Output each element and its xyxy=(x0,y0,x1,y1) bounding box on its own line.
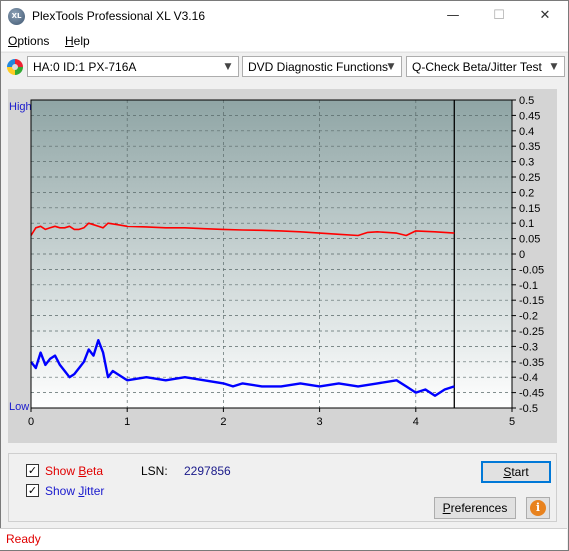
y-tick-label: -0.3 xyxy=(519,341,538,353)
minimize-icon: — xyxy=(446,8,460,23)
y-tick-label: 0.1 xyxy=(519,218,534,230)
drive-select-value: HA:0 ID:1 PX-716A xyxy=(33,60,137,74)
function-select[interactable]: DVD Diagnostic Functions ▼ xyxy=(242,56,402,77)
control-panel: ✓ Show Beta ✓ Show Jitter LSN: 2297856 S… xyxy=(8,453,557,522)
y-tick-label: 0 xyxy=(519,249,525,261)
drive-disc-icon xyxy=(7,59,23,75)
x-tick-label: 2 xyxy=(220,416,226,428)
y-tick-label: 0.05 xyxy=(519,234,540,246)
beta-jitter-chart: High Low 0.50.450.40.350.30.250.20.150.1… xyxy=(9,95,544,428)
menu-bar: Options Help xyxy=(1,31,568,51)
y-tick-label: -0.15 xyxy=(519,295,544,307)
y-tick-label: 0.35 xyxy=(519,141,540,153)
x-tick-label: 4 xyxy=(413,416,419,428)
y-tick-label: -0.2 xyxy=(519,311,538,323)
chevron-down-icon: ▼ xyxy=(387,62,395,72)
check-icon: ✓ xyxy=(27,484,38,497)
menu-options[interactable]: Options xyxy=(8,34,49,48)
x-tick-label: 1 xyxy=(124,416,130,428)
start-button[interactable]: Start xyxy=(481,461,551,483)
show-jitter-label[interactable]: Show Jitter xyxy=(45,484,104,498)
y-high-label: High xyxy=(9,101,32,113)
test-select-value: Q-Check Beta/Jitter Test xyxy=(412,60,542,74)
window-title: PlexTools Professional XL V3.16 xyxy=(32,9,205,23)
y-tick-label: -0.25 xyxy=(519,326,544,338)
info-icon: i xyxy=(530,500,546,516)
menu-help[interactable]: Help xyxy=(65,34,90,48)
y-tick-label: 0.5 xyxy=(519,95,534,107)
y-tick-label: 0.25 xyxy=(519,172,540,184)
y-tick-label: -0.4 xyxy=(519,372,538,384)
y-tick-label: 0.3 xyxy=(519,157,534,169)
maximize-icon: ☐ xyxy=(493,8,505,23)
show-beta-checkbox[interactable]: ✓ xyxy=(26,464,39,477)
x-tick-label: 5 xyxy=(509,416,515,428)
check-icon: ✓ xyxy=(27,464,38,477)
y-tick-label: 0.2 xyxy=(519,187,534,199)
show-beta-label[interactable]: Show Beta xyxy=(45,464,103,478)
close-button[interactable]: ✕ xyxy=(522,1,568,31)
function-select-value: DVD Diagnostic Functions xyxy=(248,60,389,74)
chevron-down-icon: ▼ xyxy=(224,62,232,72)
show-jitter-checkbox[interactable]: ✓ xyxy=(26,484,39,497)
y-tick-label: -0.5 xyxy=(519,403,538,415)
y-tick-label: -0.1 xyxy=(519,280,538,292)
info-button[interactable]: i xyxy=(526,497,550,519)
close-icon: ✕ xyxy=(539,8,551,23)
toolbar: HA:0 ID:1 PX-716A ▼ DVD Diagnostic Funct… xyxy=(1,52,568,81)
preferences-button[interactable]: Preferences xyxy=(434,497,516,519)
minimize-button[interactable]: — xyxy=(430,1,476,31)
plextools-logo-icon: XL xyxy=(8,8,25,25)
lsn-label: LSN: xyxy=(141,464,168,478)
chevron-down-icon: ▼ xyxy=(550,62,558,72)
status-text: Ready xyxy=(6,532,41,546)
lsn-value: 2297856 xyxy=(184,464,231,478)
x-tick-label: 3 xyxy=(317,416,323,428)
y-tick-label: -0.35 xyxy=(519,357,544,369)
y-tick-label: -0.05 xyxy=(519,264,544,276)
x-tick-label: 0 xyxy=(28,416,34,428)
chart-panel: High Low 0.5 0.45 0.4 0.35 0.3 0.25 0.2 0.15 0.1… xyxy=(8,89,557,443)
y-tick-label: 0.4 xyxy=(519,126,534,138)
status-bar: Ready xyxy=(0,528,567,550)
y-tick-label: 0.15 xyxy=(519,203,540,215)
title-bar[interactable]: XL PlexTools Professional XL V3.16 — ☐ ✕ xyxy=(1,1,568,31)
y-tick-label: 0.45 xyxy=(519,110,540,122)
y-low-label: Low xyxy=(9,401,29,413)
drive-select[interactable]: HA:0 ID:1 PX-716A ▼ xyxy=(27,56,239,77)
test-select[interactable]: Q-Check Beta/Jitter Test ▼ xyxy=(406,56,565,77)
maximize-button[interactable]: ☐ xyxy=(476,1,522,31)
y-tick-label: -0.45 xyxy=(519,388,544,400)
